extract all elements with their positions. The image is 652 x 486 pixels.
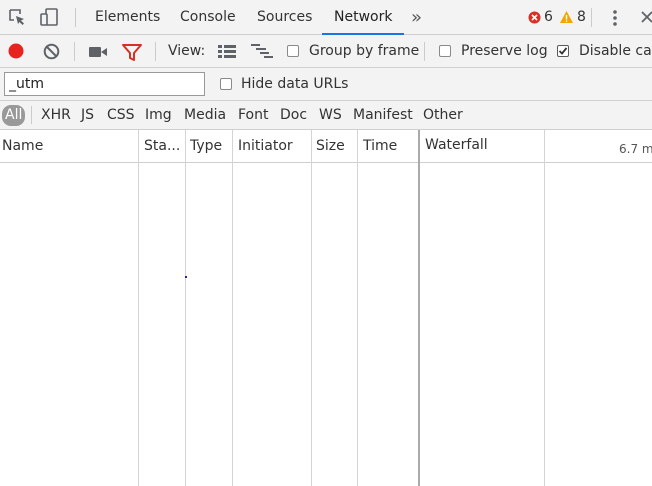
column-header-type[interactable]: Type	[190, 130, 222, 163]
tab-elements[interactable]: Elements	[95, 0, 160, 35]
waterfall-time-tick: 6.7 m	[619, 142, 652, 156]
disable-cache-checkbox[interactable]	[557, 45, 569, 57]
toolbar-divider	[74, 42, 75, 61]
warning-count[interactable]: 8	[577, 0, 586, 35]
type-filter-ws[interactable]: WS	[319, 105, 342, 126]
more-tabs-chevron-icon[interactable]: »	[411, 0, 422, 35]
column-header-name[interactable]: Name	[2, 130, 43, 163]
close-icon[interactable]	[640, 10, 652, 28]
column-header-initiator[interactable]: Initiator	[238, 130, 293, 163]
clear-icon[interactable]	[43, 43, 60, 64]
column-header-size[interactable]: Size	[316, 130, 345, 163]
disable-cache-label[interactable]: Disable cac	[579, 43, 652, 59]
filter-bar: Hide data URLs	[0, 68, 652, 101]
type-filter-media[interactable]: Media	[184, 105, 226, 126]
type-filter-doc[interactable]: Doc	[280, 105, 307, 126]
column-header-time[interactable]: Time	[363, 130, 397, 163]
hide-data-urls-checkbox[interactable]	[220, 78, 232, 90]
type-filter-css[interactable]: CSS	[107, 105, 135, 126]
device-toolbar-icon[interactable]	[40, 8, 60, 30]
record-icon[interactable]	[8, 43, 24, 63]
type-filter-other[interactable]: Other	[423, 105, 463, 126]
filter-icon[interactable]	[122, 44, 142, 65]
tab-console[interactable]: Console	[180, 0, 236, 35]
inspect-element-icon[interactable]	[8, 8, 26, 30]
type-filter-all[interactable]: All	[2, 105, 26, 126]
tab-sources[interactable]: Sources	[257, 0, 312, 35]
toolbar-divider	[31, 106, 32, 124]
column-header-waterfall[interactable]: Waterfall	[425, 130, 488, 163]
filter-input[interactable]	[4, 72, 205, 96]
tab-network[interactable]: Network	[322, 0, 405, 35]
warning-icon[interactable]	[559, 10, 574, 28]
error-icon[interactable]	[528, 11, 541, 28]
devtools-tab-bar: Elements Console Sources Network » 6 8	[0, 0, 652, 35]
overview-waterfall-icon[interactable]	[251, 44, 273, 62]
toolbar-divider	[75, 8, 76, 27]
type-filter-font[interactable]: Font	[238, 105, 268, 126]
network-toolbar: View: Group by frame Preserve log Disabl…	[0, 35, 652, 68]
group-by-frame-label[interactable]: Group by frame	[309, 43, 419, 59]
preserve-log-checkbox[interactable]	[439, 45, 451, 57]
requests-table-header: Name Sta... Type Initiator Size Time Wat…	[0, 130, 652, 163]
type-filter-js[interactable]: JS	[81, 105, 94, 126]
toolbar-divider	[155, 42, 156, 61]
column-header-status[interactable]: Sta...	[144, 130, 180, 163]
resize-marker	[185, 276, 187, 278]
error-count[interactable]: 6	[544, 0, 553, 35]
capture-screenshots-icon[interactable]	[89, 46, 107, 62]
type-filter-xhr[interactable]: XHR	[41, 105, 71, 126]
preserve-log-label[interactable]: Preserve log	[461, 43, 548, 59]
view-label: View:	[168, 43, 206, 59]
group-by-frame-checkbox[interactable]	[287, 45, 299, 57]
type-filter-img[interactable]: Img	[145, 105, 172, 126]
resource-type-filter-bar: All XHR JS CSS Img Media Font Doc WS Man…	[0, 101, 652, 130]
toolbar-divider	[424, 42, 425, 61]
more-options-icon[interactable]	[612, 9, 618, 31]
toolbar-divider	[591, 8, 592, 27]
large-request-rows-icon[interactable]	[218, 45, 236, 62]
requests-list-empty	[0, 164, 652, 486]
hide-data-urls-label[interactable]: Hide data URLs	[241, 76, 348, 92]
type-filter-manifest[interactable]: Manifest	[353, 105, 413, 126]
